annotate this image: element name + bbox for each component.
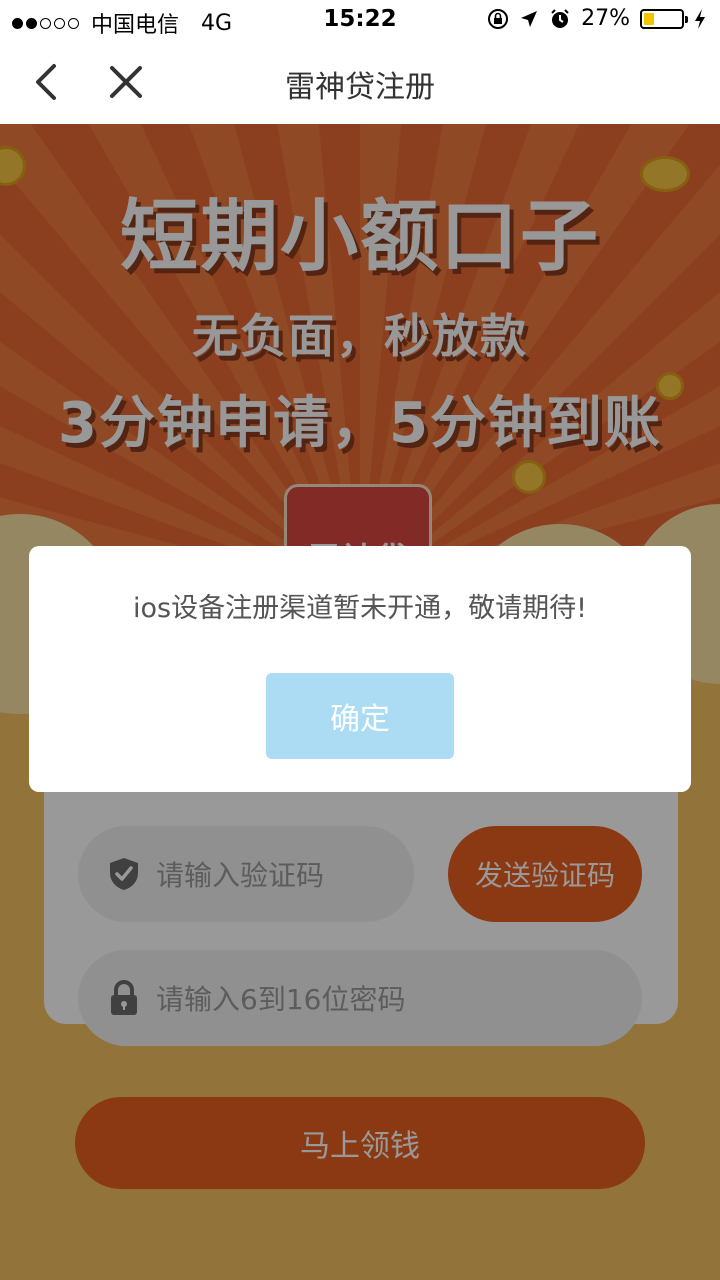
charging-bolt-icon bbox=[695, 8, 705, 29]
battery-percent: 27% bbox=[581, 6, 630, 31]
battery-icon bbox=[640, 8, 688, 29]
navigation-bar: 雷神贷注册 bbox=[0, 40, 720, 124]
rotation-lock-icon bbox=[488, 8, 509, 29]
confirm-button[interactable]: 确定 bbox=[266, 673, 454, 759]
alert-message: ios设备注册渠道暂未开通，敬请期待! bbox=[133, 593, 587, 624]
page-title: 雷神贷注册 bbox=[285, 70, 435, 105]
alert-dialog: ios设备注册渠道暂未开通，敬请期待! 确定 bbox=[29, 546, 691, 792]
location-arrow-icon bbox=[521, 10, 538, 27]
alarm-icon bbox=[551, 8, 569, 28]
status-bar: 中国电信 4G 15:22 27% bbox=[0, 0, 720, 40]
